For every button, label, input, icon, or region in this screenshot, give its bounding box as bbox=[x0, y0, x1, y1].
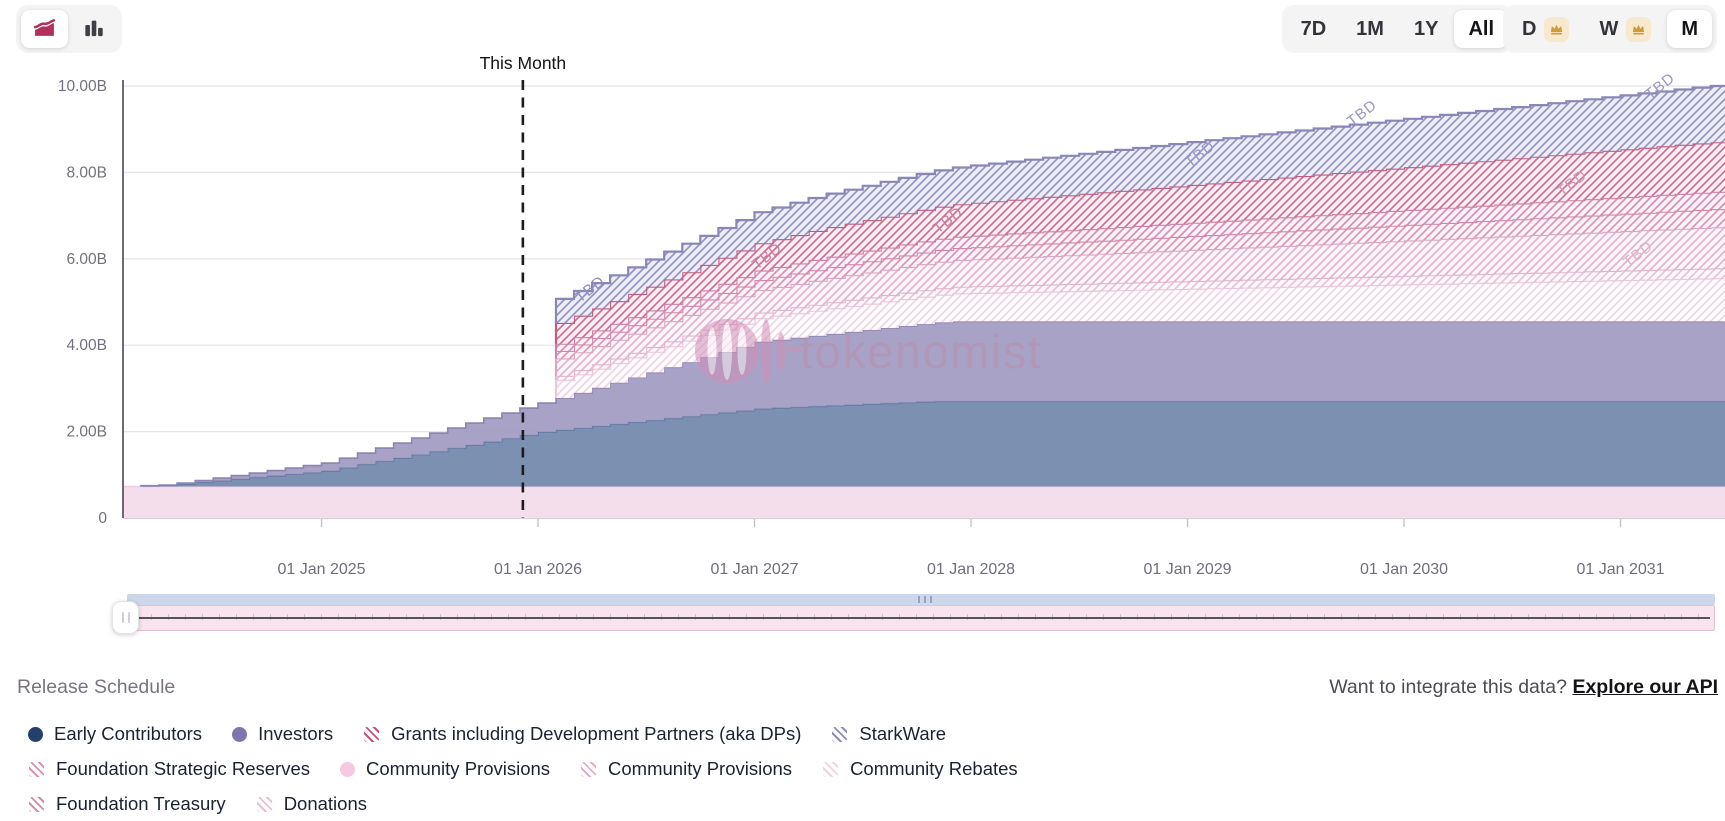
y-axis-label: 6.00B bbox=[66, 251, 107, 268]
api-cta: Want to integrate this data? Explore our… bbox=[1329, 676, 1718, 699]
legend-item[interactable]: Foundation Treasury bbox=[28, 793, 226, 815]
datazoom-left-handle[interactable] bbox=[112, 601, 139, 634]
legend-row: Foundation Treasury Donations bbox=[28, 793, 1718, 815]
datazoom-move-grip[interactable] bbox=[918, 596, 932, 603]
legend-item-label: Community Provisions bbox=[366, 758, 550, 780]
tokenomist-watermark: tokenomist bbox=[695, 319, 1042, 383]
legend-hatch-marker bbox=[363, 726, 380, 743]
x-axis-label: 01 Jan 2028 bbox=[927, 561, 1015, 578]
release-schedule-title: Release Schedule bbox=[17, 676, 175, 699]
legend-item-label: Grants including Development Partners (a… bbox=[391, 723, 801, 745]
x-axis-label: 01 Jan 2031 bbox=[1576, 561, 1664, 578]
legend-row: Foundation Strategic Reserves Community P… bbox=[28, 758, 1718, 780]
legend-item-label: Community Provisions bbox=[608, 758, 792, 780]
legend-item[interactable]: Early Contributors bbox=[28, 723, 202, 745]
chart-legend: Early Contributors Investors Grants includ… bbox=[28, 723, 1718, 821]
y-axis-label: 4.00B bbox=[66, 337, 107, 354]
x-axis-label: 01 Jan 2027 bbox=[710, 561, 798, 578]
legend-item[interactable]: Investors bbox=[232, 723, 333, 745]
legend-item[interactable]: Grants including Development Partners (a… bbox=[363, 723, 801, 745]
legend-item-label: Community Rebates bbox=[850, 758, 1018, 780]
release-schedule-chart[interactable]: 02.00B4.00B6.00B8.00B10.00BtokenomistTBD… bbox=[0, 0, 1725, 588]
legend-item-label: Early Contributors bbox=[54, 723, 202, 745]
legend-item[interactable]: Community Rebates bbox=[822, 758, 1018, 780]
y-axis-label: 8.00B bbox=[66, 164, 107, 181]
legend-item[interactable]: Community Provisions bbox=[340, 758, 550, 780]
area-early_contributors bbox=[123, 401, 1725, 486]
y-axis-label: 0 bbox=[98, 510, 107, 527]
legend-item[interactable]: Donations bbox=[256, 793, 367, 815]
legend-item-label: Investors bbox=[258, 723, 333, 745]
legend-dot-marker bbox=[28, 727, 43, 742]
x-axis-label: 01 Jan 2030 bbox=[1360, 561, 1448, 578]
legend-hatch-marker bbox=[28, 761, 45, 778]
legend-item[interactable]: Foundation Strategic Reserves bbox=[28, 758, 310, 780]
legend-item-label: Foundation Treasury bbox=[56, 793, 226, 815]
legend-item[interactable]: Community Provisions bbox=[580, 758, 792, 780]
x-axis-label: 01 Jan 2029 bbox=[1143, 561, 1231, 578]
legend-dot-marker bbox=[340, 762, 355, 777]
legend-item-label: StarkWare bbox=[859, 723, 946, 745]
explore-api-link[interactable]: Explore our API bbox=[1572, 676, 1718, 698]
legend-item[interactable]: StarkWare bbox=[831, 723, 946, 745]
y-axis-label: 2.00B bbox=[66, 424, 107, 441]
y-axis-label: 10.00B bbox=[58, 78, 107, 95]
legend-item-label: Donations bbox=[284, 793, 367, 815]
legend-hatch-marker bbox=[580, 761, 597, 778]
datazoom-slider-bar[interactable] bbox=[113, 605, 1715, 631]
legend-row: Early Contributors Investors Grants includ… bbox=[28, 723, 1718, 745]
watermark-text: tokenomist bbox=[800, 325, 1042, 378]
area-community_provisions_released bbox=[123, 487, 1725, 519]
legend-hatch-marker bbox=[28, 796, 45, 813]
legend-dot-marker bbox=[232, 727, 247, 742]
this-month-label: This Month bbox=[480, 53, 567, 73]
legend-hatch-marker bbox=[831, 726, 848, 743]
api-cta-text: Want to integrate this data? bbox=[1329, 676, 1567, 698]
legend-hatch-marker bbox=[256, 796, 273, 813]
release-schedule-page: 7D 1M 1Y All D W M 02.00B4.0 bbox=[0, 0, 1725, 821]
x-axis-label: 01 Jan 2026 bbox=[494, 561, 582, 578]
x-axis-label: 01 Jan 2025 bbox=[277, 561, 365, 578]
legend-item-label: Foundation Strategic Reserves bbox=[56, 758, 310, 780]
legend-hatch-marker bbox=[822, 761, 839, 778]
